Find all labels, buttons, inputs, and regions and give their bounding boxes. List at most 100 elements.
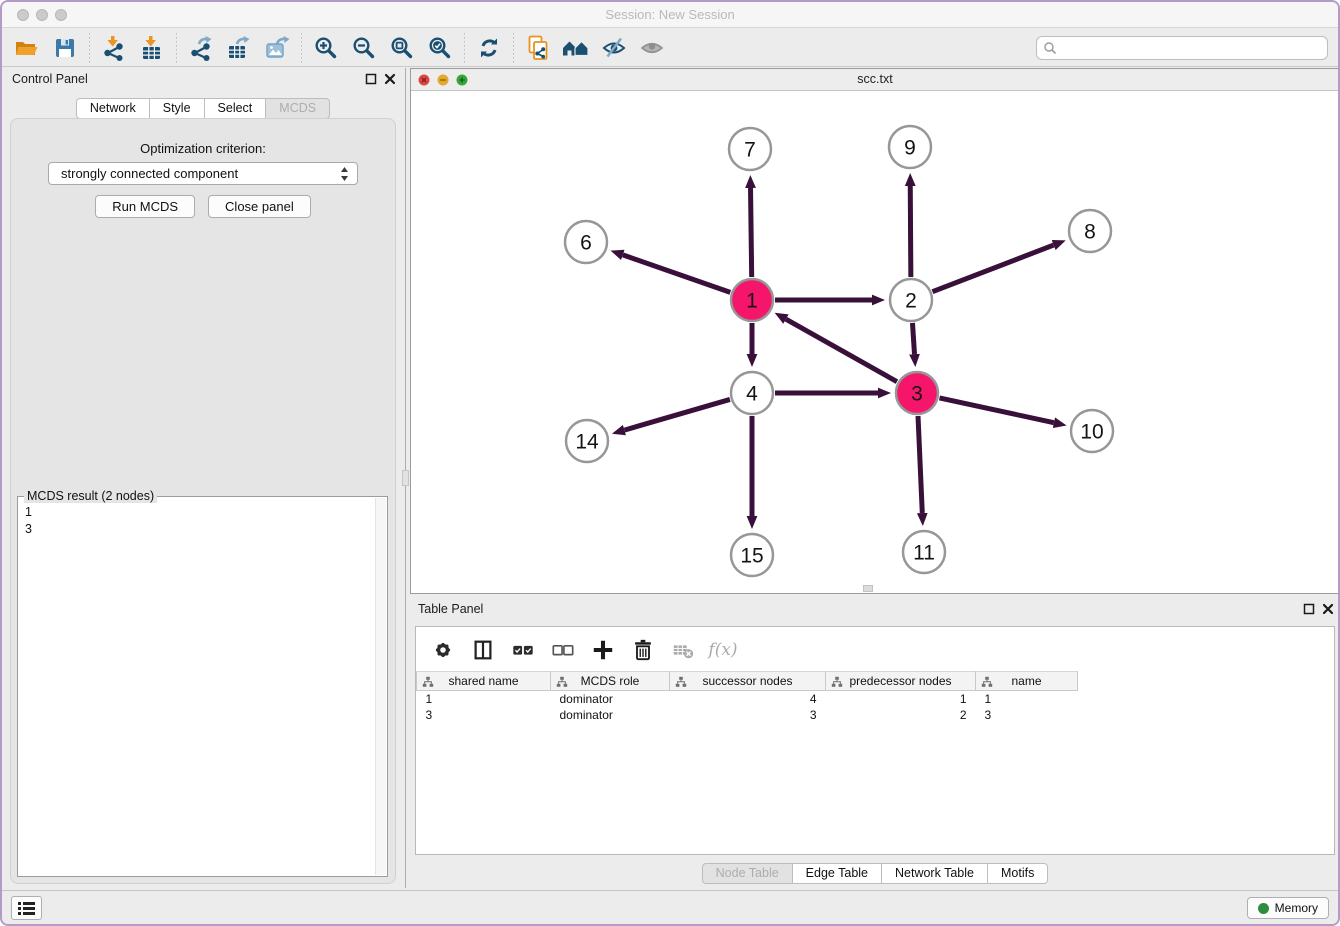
import-network-button[interactable]: [95, 31, 133, 65]
eye-icon: [639, 35, 665, 61]
home-button[interactable]: [557, 31, 595, 65]
node-15[interactable]: 15: [731, 534, 773, 576]
create-column-button[interactable]: [590, 637, 616, 663]
tab-select[interactable]: Select: [204, 98, 267, 119]
table-cell[interactable]: 2: [826, 707, 976, 723]
clone-network-button[interactable]: [519, 31, 557, 65]
column-header-successor-nodes[interactable]: successor nodes: [670, 672, 826, 691]
delete-column-button[interactable]: [630, 637, 656, 663]
function-builder-button[interactable]: f(x): [710, 637, 736, 663]
tab-edge-table[interactable]: Edge Table: [792, 863, 882, 884]
tab-style[interactable]: Style: [149, 98, 205, 119]
select-all-button[interactable]: [510, 637, 536, 663]
node-4[interactable]: 4: [731, 372, 773, 414]
import-network-icon: [101, 35, 127, 61]
import-table-button[interactable]: [133, 31, 171, 65]
tab-motifs[interactable]: Motifs: [987, 863, 1048, 884]
optimization-criterion-select[interactable]: strongly connected component: [48, 162, 358, 185]
close-panel-button[interactable]: Close panel: [208, 195, 311, 218]
edge-4-14[interactable]: [624, 399, 729, 430]
splitter-grip[interactable]: [402, 470, 409, 486]
edge-2-9[interactable]: [910, 186, 911, 277]
show-all-button[interactable]: [633, 31, 671, 65]
zoom-fit-button[interactable]: [383, 31, 421, 65]
zoom-selected-button[interactable]: [421, 31, 459, 65]
tab-node-table[interactable]: Node Table: [702, 863, 793, 884]
column-header-shared-name[interactable]: shared name: [417, 672, 551, 691]
status-bar: Memory: [2, 890, 1338, 924]
memory-button[interactable]: Memory: [1247, 897, 1329, 919]
network-graph: 7 9 6 8 1 2 4 3 14 10 15 11: [411, 91, 1339, 593]
search-field[interactable]: [1036, 36, 1328, 60]
table-toolbar: f(x): [416, 627, 1334, 671]
float-panel-icon[interactable]: [1303, 603, 1315, 615]
import-table-icon: [139, 35, 165, 61]
export-network-button[interactable]: [182, 31, 220, 65]
table-row[interactable]: 1dominator411: [417, 691, 1078, 707]
node-6[interactable]: 6: [565, 221, 607, 263]
node-2[interactable]: 2: [890, 279, 932, 321]
table-cell[interactable]: dominator: [551, 691, 670, 707]
panel-splitter[interactable]: [402, 68, 410, 888]
toolbar-separator: [176, 33, 177, 63]
search-input[interactable]: [1057, 41, 1321, 55]
edge-1-6[interactable]: [623, 255, 730, 293]
close-panel-icon[interactable]: [384, 73, 396, 85]
node-11[interactable]: 11: [903, 531, 945, 573]
export-image-button[interactable]: [258, 31, 296, 65]
zoom-out-button[interactable]: [345, 31, 383, 65]
close-panel-icon[interactable]: [1322, 603, 1334, 615]
delete-table-button[interactable]: [670, 637, 696, 663]
zoom-in-button[interactable]: [307, 31, 345, 65]
refresh-button[interactable]: [470, 31, 508, 65]
edge-2-8[interactable]: [932, 245, 1053, 292]
table-cell[interactable]: dominator: [551, 707, 670, 723]
table-mode-gear-button[interactable]: [430, 637, 456, 663]
table-cell[interactable]: 3: [976, 707, 1078, 723]
node-1[interactable]: 1: [731, 279, 773, 321]
tab-network-table[interactable]: Network Table: [881, 863, 988, 884]
deselect-all-button[interactable]: [550, 637, 576, 663]
show-columns-button[interactable]: [470, 637, 496, 663]
refresh-icon: [476, 35, 502, 61]
node-10[interactable]: 10: [1071, 410, 1113, 452]
node-8[interactable]: 8: [1069, 210, 1111, 252]
edge-3-11[interactable]: [918, 416, 922, 513]
export-table-button[interactable]: [220, 31, 258, 65]
table-cell[interactable]: 3: [670, 707, 826, 723]
node-9[interactable]: 9: [889, 126, 931, 168]
edge-2-3[interactable]: [912, 323, 914, 354]
tab-network[interactable]: Network: [76, 98, 150, 119]
table-cell[interactable]: 1: [417, 691, 551, 707]
node-7[interactable]: 7: [729, 128, 771, 170]
hide-selected-button[interactable]: [595, 31, 633, 65]
run-mcds-button[interactable]: Run MCDS: [95, 195, 195, 218]
column-header-name[interactable]: name: [976, 672, 1078, 691]
table-cell[interactable]: 1: [976, 691, 1078, 707]
node-14[interactable]: 14: [566, 420, 608, 462]
edge-3-1[interactable]: [786, 319, 897, 382]
table-cell[interactable]: 3: [417, 707, 551, 723]
edge-3-10[interactable]: [939, 398, 1053, 423]
zoom-selected-icon: [427, 35, 453, 61]
table-cell[interactable]: 4: [670, 691, 826, 707]
canvas-scrollbar[interactable]: [863, 585, 873, 592]
save-session-button[interactable]: [46, 31, 84, 65]
result-scrollbar[interactable]: [375, 498, 386, 875]
column-header-MCDS-role[interactable]: MCDS role: [551, 672, 670, 691]
search-icon: [1043, 41, 1057, 55]
column-header-predecessor-nodes[interactable]: predecessor nodes: [826, 672, 976, 691]
tab-mcds[interactable]: MCDS: [265, 98, 330, 119]
mcds-result-text[interactable]: 1 3: [18, 501, 375, 876]
float-panel-icon[interactable]: [365, 73, 377, 85]
network-window-titlebar[interactable]: scc.txt: [411, 69, 1339, 91]
table-row[interactable]: 3dominator323: [417, 707, 1078, 723]
node-3[interactable]: 3: [896, 372, 938, 414]
function-builder-icon: f(x): [708, 640, 737, 660]
open-session-button[interactable]: [8, 31, 46, 65]
network-canvas[interactable]: 7 9 6 8 1 2 4 3 14 10 15 11: [411, 91, 1339, 593]
task-history-button[interactable]: [11, 896, 42, 920]
edge-1-7[interactable]: [751, 188, 752, 277]
node-table: shared nameMCDS rolesuccessor nodesprede…: [416, 671, 1078, 723]
table-cell[interactable]: 1: [826, 691, 976, 707]
